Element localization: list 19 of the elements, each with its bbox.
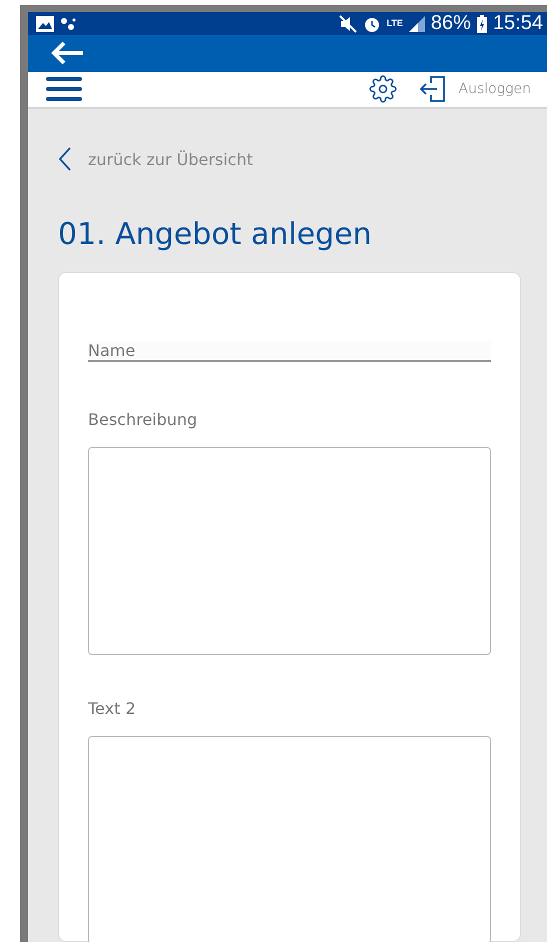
field-label: Text 2 bbox=[88, 699, 137, 718]
settings-icon[interactable] bbox=[368, 75, 396, 104]
back-link[interactable]: zurück zur Übersicht bbox=[58, 147, 521, 171]
chevron-left-icon bbox=[58, 147, 72, 171]
dots-icon bbox=[60, 16, 76, 30]
logout-icon bbox=[418, 75, 446, 104]
gallery-icon bbox=[36, 16, 54, 32]
name-field[interactable]: Name bbox=[88, 341, 491, 362]
logout-button[interactable]: Ausloggen bbox=[418, 75, 531, 104]
battery-icon bbox=[476, 14, 487, 32]
field-label: Beschreibung bbox=[88, 410, 198, 429]
network-label: LTE bbox=[386, 19, 403, 28]
back-arrow-icon[interactable] bbox=[50, 40, 84, 66]
mute-icon bbox=[338, 14, 357, 32]
signal-icon bbox=[408, 16, 425, 32]
battery-percent: 86% bbox=[430, 12, 471, 35]
menu-icon[interactable] bbox=[46, 76, 82, 102]
clock-time: 15:54 bbox=[492, 12, 543, 35]
page-title: 01. Angebot anlegen bbox=[58, 217, 373, 252]
